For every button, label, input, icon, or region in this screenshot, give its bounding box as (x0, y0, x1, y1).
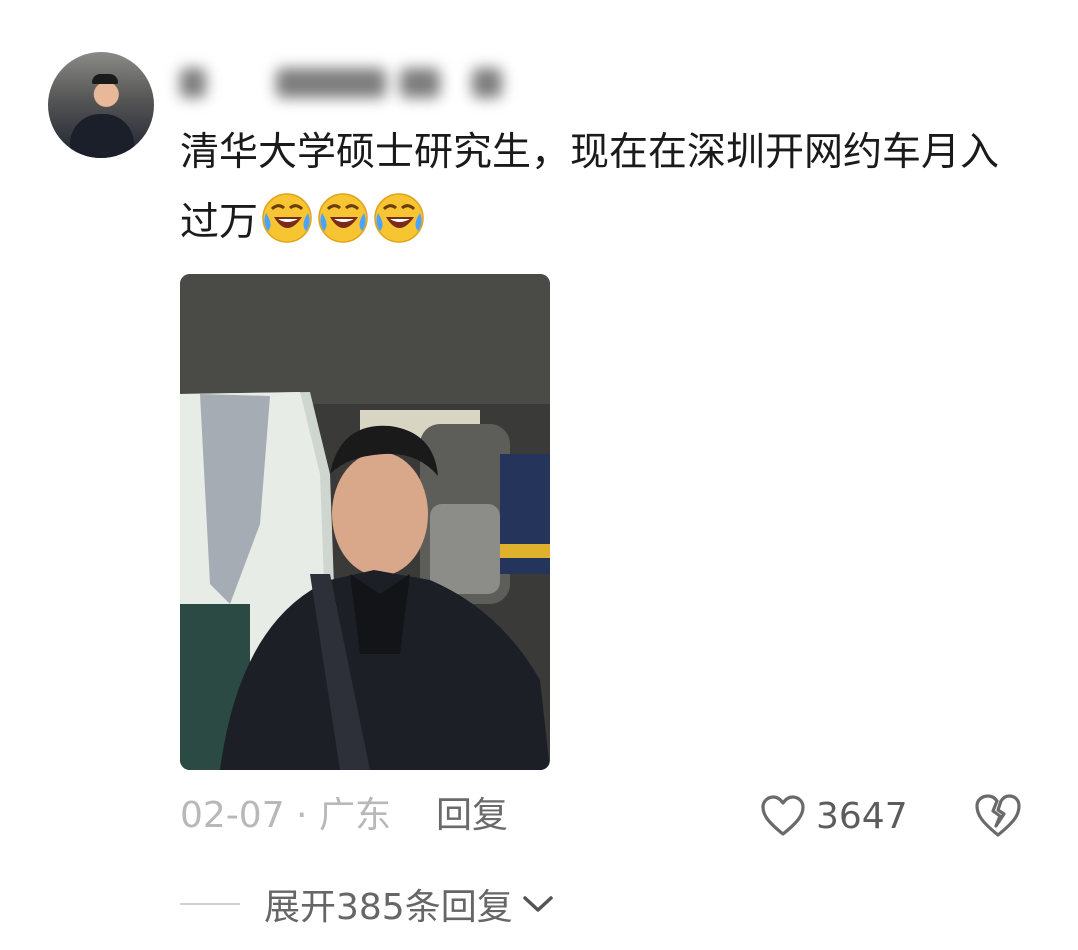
comment-text: 清华大学硕士研究生，现在在深圳开网约车月入过万 (180, 118, 1010, 258)
like-count: 3647 (816, 795, 908, 837)
comment-meta: 02-07 · 广东 (180, 790, 391, 842)
heart-outline-icon (761, 795, 805, 836)
laugh-cry-icon (374, 193, 424, 243)
laugh-cry-icon (318, 193, 368, 243)
expand-replies[interactable]: 展开385条回复 (180, 878, 555, 930)
avatar-hair (92, 74, 118, 84)
comment-photo[interactable] (180, 274, 550, 770)
car-selfie-image (180, 274, 550, 770)
user-avatar[interactable] (48, 52, 154, 158)
username-blurred[interactable] (176, 60, 536, 108)
chevron-down-icon (522, 896, 553, 912)
reply-button[interactable]: 回复 (436, 790, 508, 842)
comment-location: 广东 (318, 795, 391, 836)
laugh-cry-icon (262, 193, 312, 243)
comment-date: 02-07 (180, 795, 285, 836)
divider-line (180, 903, 240, 905)
like-button[interactable]: 3647 (760, 790, 908, 842)
avatar-body (70, 114, 134, 158)
meta-separator: · (284, 795, 319, 836)
broken-heart-icon[interactable] (974, 792, 1022, 840)
expand-replies-label: 展开385条回复 (264, 887, 513, 928)
